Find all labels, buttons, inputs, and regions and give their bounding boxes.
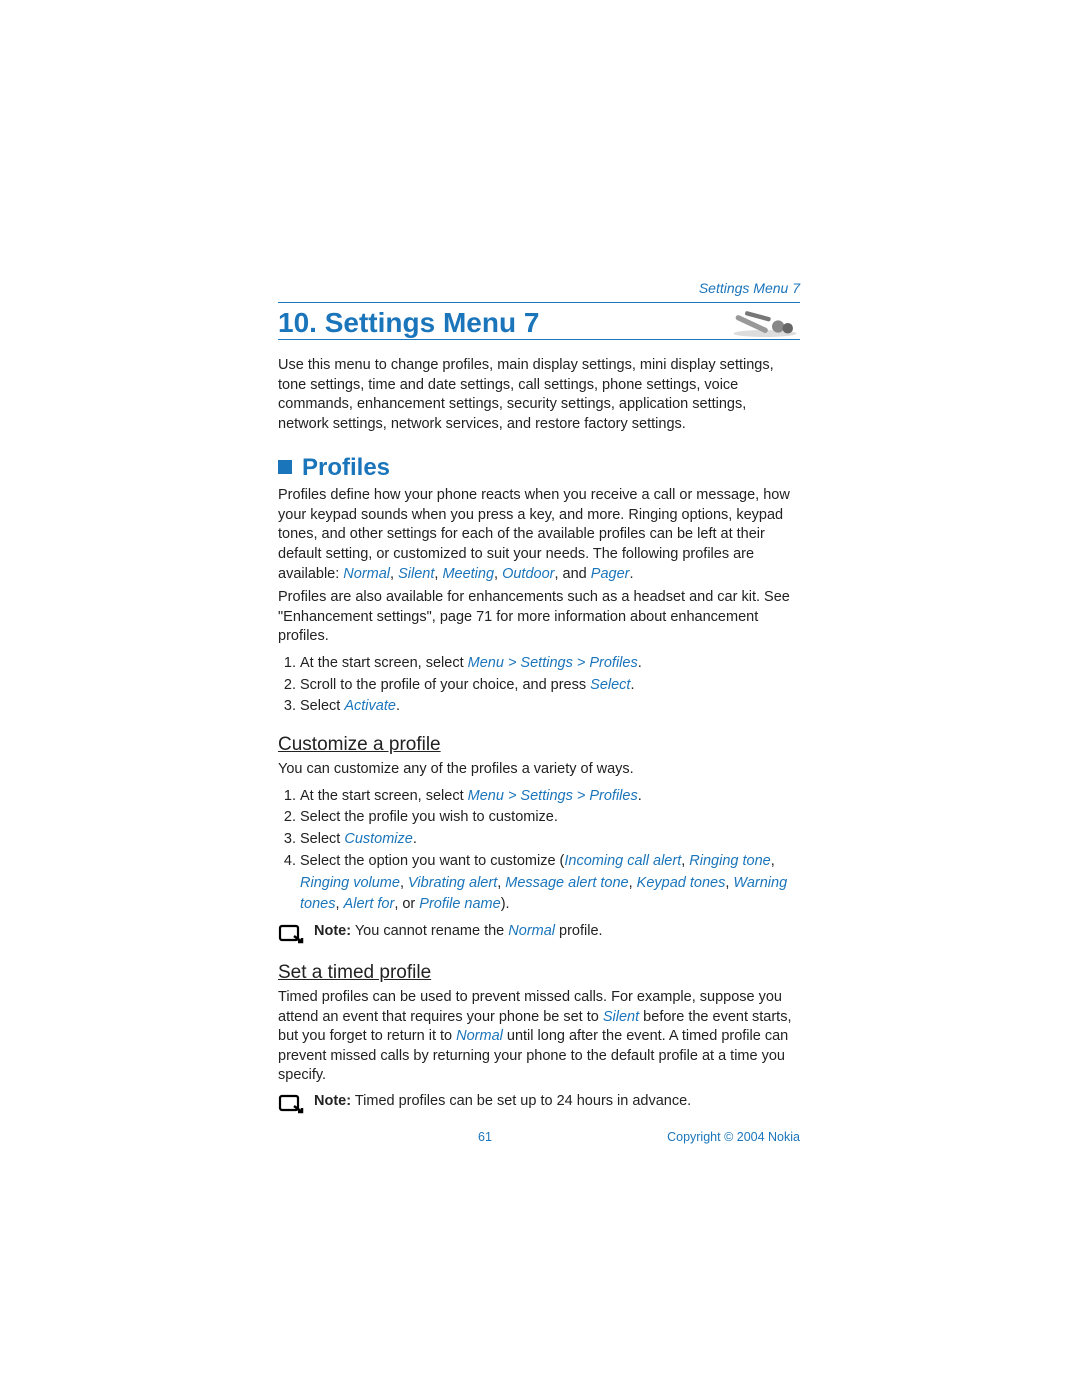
section-profiles-heading: Profiles: [278, 454, 800, 482]
customize-note: Note: You cannot rename the Normal profi…: [278, 922, 800, 946]
running-header: Settings Menu 7: [278, 280, 800, 296]
timed-paragraph: Timed profiles can be used to prevent mi…: [278, 988, 800, 1086]
profiles-step-2: Scroll to the profile of your choice, an…: [300, 675, 800, 697]
profiles-steps: At the start screen, select Menu > Setti…: [278, 653, 800, 718]
timed-heading: Set a timed profile: [278, 962, 800, 984]
timed-note-text: Note: Timed profiles can be set up to 24…: [314, 1092, 691, 1112]
customize-step-4: Select the option you want to customize …: [300, 851, 800, 916]
chapter-title-row: 10. Settings Menu 7: [278, 303, 800, 339]
tools-icon: [730, 308, 800, 338]
customize-step-3: Select Customize.: [300, 829, 800, 851]
chapter-rule-bottom: [278, 339, 800, 340]
timed-note: Note: Timed profiles can be set up to 24…: [278, 1092, 800, 1116]
intro-paragraph: Use this menu to change profiles, main d…: [278, 356, 800, 434]
customize-note-text: Note: You cannot rename the Normal profi…: [314, 922, 603, 942]
section-bullet-icon: [278, 460, 292, 474]
profiles-paragraph-1: Profiles define how your phone reacts wh…: [278, 486, 800, 584]
customize-step-2: Select the profile you wish to customize…: [300, 807, 800, 829]
profiles-step-3: Select Activate.: [300, 696, 800, 718]
copyright: Copyright © 2004 Nokia: [667, 1130, 800, 1144]
page-footer: 61 Copyright © 2004 Nokia: [278, 1130, 800, 1144]
profiles-step-1: At the start screen, select Menu > Setti…: [300, 653, 800, 675]
note-icon: [278, 924, 304, 946]
customize-heading: Customize a profile: [278, 734, 800, 756]
document-page: Settings Menu 7 10. Settings Menu 7 Use …: [0, 0, 1080, 1144]
note-icon: [278, 1094, 304, 1116]
page-number: 61: [478, 1130, 492, 1144]
section-profiles-title: Profiles: [302, 454, 390, 481]
customize-intro: You can customize any of the profiles a …: [278, 760, 800, 780]
customize-step-1: At the start screen, select Menu > Setti…: [300, 786, 800, 808]
customize-steps: At the start screen, select Menu > Setti…: [278, 786, 800, 917]
chapter-title: 10. Settings Menu 7: [278, 307, 539, 339]
profiles-paragraph-2: Profiles are also available for enhancem…: [278, 588, 800, 647]
